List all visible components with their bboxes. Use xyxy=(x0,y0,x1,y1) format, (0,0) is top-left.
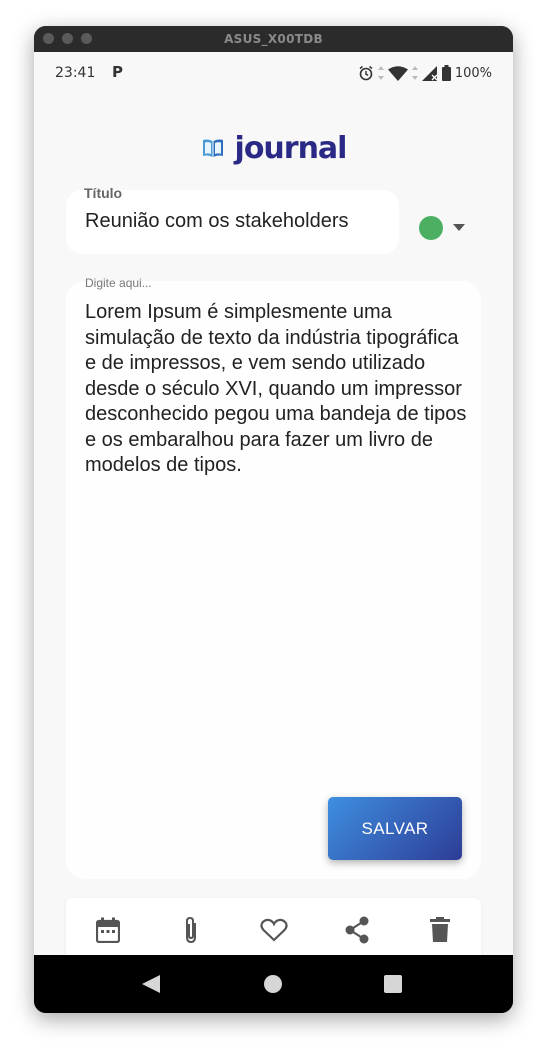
attach-icon xyxy=(185,916,196,944)
share-icon xyxy=(345,916,368,944)
title-input[interactable]: Reunião com os stakeholders xyxy=(85,210,405,233)
delete-button[interactable] xyxy=(420,910,460,950)
android-nav-bar xyxy=(34,955,513,1013)
body-placeholder-label: Digite aqui... xyxy=(85,276,152,290)
color-selector-dot[interactable] xyxy=(419,216,443,240)
wifi-icon xyxy=(387,65,408,81)
recents-icon[interactable] xyxy=(384,975,402,993)
save-button[interactable]: SALVAR xyxy=(328,797,462,860)
share-button[interactable] xyxy=(337,910,377,950)
book-icon xyxy=(202,139,223,157)
favorite-button[interactable] xyxy=(254,910,294,950)
app-logo: journal xyxy=(34,128,513,168)
device-frame: ASUS_X00TDB 23:41 P 100% journal Título … xyxy=(34,26,513,1013)
data-arrows-icon xyxy=(377,66,384,80)
delete-icon xyxy=(429,917,450,942)
battery-icon xyxy=(441,65,451,81)
window-title: ASUS_X00TDB xyxy=(224,32,323,46)
bottom-toolbar xyxy=(66,898,481,962)
back-icon[interactable] xyxy=(142,975,160,993)
minimize-window-button[interactable] xyxy=(62,33,73,44)
dropdown-caret-icon[interactable] xyxy=(453,224,465,231)
status-time: 23:41 xyxy=(55,65,96,81)
maximize-window-button[interactable] xyxy=(81,33,92,44)
data-arrows-icon xyxy=(411,66,418,80)
body-textarea[interactable]: Lorem Ipsum é simplesmente uma simulação… xyxy=(85,300,470,479)
title-label: Título xyxy=(84,185,123,201)
calendar-icon xyxy=(95,917,120,943)
heart-icon xyxy=(259,918,288,942)
attach-button[interactable] xyxy=(171,910,211,950)
alarm-icon xyxy=(359,65,373,81)
signal-icon xyxy=(421,65,438,81)
status-icons: 100% xyxy=(358,65,492,81)
window-controls xyxy=(43,33,92,44)
notification-p-icon: P xyxy=(112,63,123,81)
date-button[interactable] xyxy=(88,910,128,950)
battery-percent: 100% xyxy=(454,65,492,81)
home-icon[interactable] xyxy=(264,975,282,993)
window-titlebar: ASUS_X00TDB xyxy=(34,26,513,52)
status-bar: 23:41 P 100% xyxy=(34,52,513,92)
app-screen: 23:41 P 100% journal Título Reunião com … xyxy=(34,52,513,962)
close-window-button[interactable] xyxy=(43,33,54,44)
app-name: journal xyxy=(234,130,348,166)
